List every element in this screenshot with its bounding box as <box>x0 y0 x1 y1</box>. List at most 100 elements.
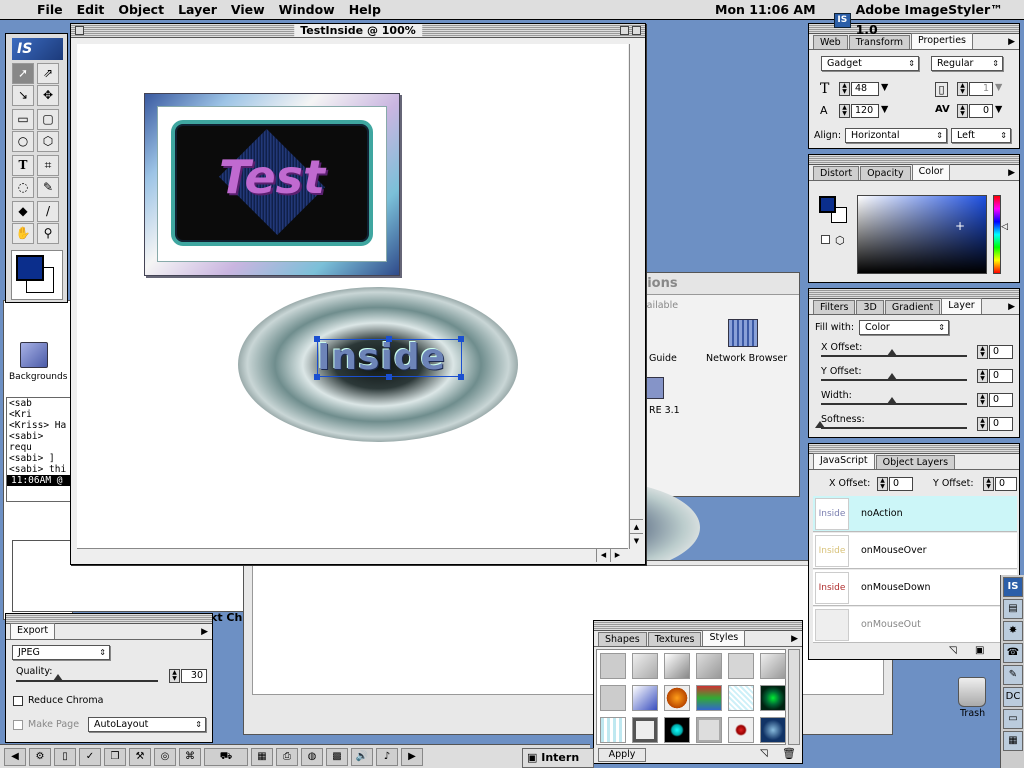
js-x-offset-stepper[interactable]: ▲ ▼ <box>877 477 888 491</box>
size-field[interactable]: 48 <box>851 82 879 96</box>
strip-expand-icon[interactable]: ▶ <box>401 747 423 766</box>
state-row-onmouseout[interactable]: onMouseOut <box>813 607 1017 643</box>
trash-can-icon[interactable] <box>958 677 986 707</box>
strip-grid-icon[interactable]: ▩ <box>326 747 348 766</box>
rounded-rect-tool-icon[interactable]: ▢ <box>37 109 59 130</box>
rotate-tool-icon[interactable]: ↘ <box>12 85 34 106</box>
close-box[interactable] <box>75 26 84 35</box>
state-row-onmouseover[interactable]: Inside onMouseOver <box>813 533 1017 569</box>
hue-slider-thumb-icon[interactable]: ◁ <box>1001 222 1008 232</box>
strip-tools-icon[interactable]: ⚒ <box>129 747 151 766</box>
softness-slider-thumb[interactable] <box>815 421 825 428</box>
menu-bar[interactable]: File Edit Object Layer View Window Help … <box>0 0 1024 37</box>
move-tool-icon[interactable]: ✥ <box>37 85 59 106</box>
softness-stepper[interactable]: ▲ ▼ <box>977 417 988 431</box>
strip-arrow-icon[interactable]: ◀ <box>4 747 26 766</box>
toolbox-palette[interactable]: IS ➚ ⇗ ↘ ✥ ▭ ▢ ○ ⬡ T ⌗ ◌ ✎ ◆ / ✋ ⚲ <box>5 33 68 303</box>
collapse-box[interactable] <box>632 26 641 35</box>
selection-handle[interactable] <box>314 336 320 342</box>
tab-color[interactable]: Color <box>911 164 951 180</box>
strip-documents-icon[interactable]: ❒ <box>104 747 126 766</box>
style-swatch[interactable] <box>760 653 786 679</box>
width-field[interactable]: 0 <box>989 393 1013 407</box>
zoom-tool-icon[interactable]: ⚲ <box>37 223 59 244</box>
tracking-field[interactable]: 1 <box>969 82 993 96</box>
tab-export[interactable]: Export <box>10 623 56 639</box>
strip-printer-icon[interactable]: ⎙ <box>276 747 298 766</box>
tab-javascript[interactable]: JavaScript <box>813 453 875 469</box>
foreground-color-swatch[interactable] <box>16 255 44 281</box>
strip-checkmark-icon[interactable]: ✓ <box>79 747 101 766</box>
state-row-noaction[interactable]: Inside noAction <box>813 496 1017 532</box>
document-window[interactable]: TestInside @ 100% Test Inside ▲ ▼ ◀ ▶ <box>70 23 646 565</box>
style-swatch[interactable] <box>760 685 786 711</box>
selection-handle[interactable] <box>386 336 392 342</box>
canvas[interactable]: Test Inside <box>77 44 628 549</box>
hue-slider[interactable] <box>993 195 1001 274</box>
network-strip-icon[interactable]: ▦ <box>1003 731 1023 751</box>
crop-tool-icon[interactable]: ⌗ <box>37 155 59 176</box>
imagestyler-strip-icon[interactable]: IS <box>1003 577 1023 597</box>
font-family-popup[interactable]: Gadget ⇕ <box>821 56 919 71</box>
direct-select-tool-icon[interactable]: ⇗ <box>37 63 59 84</box>
duplicate-state-icon[interactable]: ▣ <box>975 645 984 656</box>
trash-icon[interactable]: 🗑 <box>782 747 796 760</box>
test-frame-object[interactable]: Test <box>144 93 400 276</box>
color-fg-swatch[interactable] <box>819 196 836 213</box>
tab-layer[interactable]: Layer <box>941 298 982 314</box>
y-offset-slider-thumb[interactable] <box>887 373 897 380</box>
strip-speaker-icon[interactable]: ♪ <box>376 747 398 766</box>
style-swatch[interactable] <box>664 717 690 743</box>
style-swatch[interactable] <box>760 717 786 743</box>
selection-handle[interactable] <box>458 374 464 380</box>
style-swatch[interactable] <box>696 717 722 743</box>
tab-opacity[interactable]: Opacity <box>860 166 911 180</box>
style-swatch[interactable] <box>728 653 754 679</box>
test-text[interactable]: Test <box>219 150 325 204</box>
x-offset-stepper[interactable]: ▲ ▼ <box>977 345 988 359</box>
quality-stepper[interactable]: ▲ ▼ <box>169 669 180 683</box>
menu-view[interactable]: View <box>224 0 272 20</box>
strip-battery-icon[interactable]: ▯ <box>54 747 76 766</box>
network-browser-icon[interactable] <box>728 319 758 347</box>
selection-handle[interactable] <box>314 374 320 380</box>
lasso-tool-icon[interactable]: ◌ <box>12 177 34 198</box>
zoom-box[interactable] <box>620 26 629 35</box>
polygon-tool-icon[interactable]: ⬡ <box>37 131 59 152</box>
panel-menu-arrow-icon[interactable]: ▶ <box>1008 302 1015 312</box>
leading-stepper[interactable]: ▲ ▼ <box>839 104 850 118</box>
quality-slider[interactable] <box>16 680 158 682</box>
tracking-stepper[interactable]: ▲ ▼ <box>957 82 968 96</box>
menu-window[interactable]: Window <box>272 0 342 20</box>
y-offset-stepper[interactable]: ▲ ▼ <box>977 369 988 383</box>
color-panel[interactable]: Distort Opacity Color ▶ ⬡ + ◁ <box>808 154 1020 283</box>
javascript-panel[interactable]: JavaScript Object Layers X Offset: ▲ ▼ 0 … <box>808 443 1020 660</box>
panel-menu-arrow-icon[interactable]: ▶ <box>201 627 208 637</box>
kerning-stepper[interactable]: ▲ ▼ <box>957 104 968 118</box>
application-menu[interactable]: IS Adobe ImageStyler™ 1.0 <box>834 0 1024 40</box>
make-page-checkbox[interactable] <box>13 720 23 730</box>
folder-icon[interactable] <box>644 377 664 399</box>
menu-help[interactable]: Help <box>342 0 388 20</box>
style-swatch[interactable] <box>632 685 658 711</box>
apple-menu-icon[interactable] <box>8 0 30 20</box>
monitor-strip-icon[interactable]: ▭ <box>1003 709 1023 729</box>
control-strip-bottom[interactable]: ◀ ⚙ ▯ ✓ ❒ ⚒ ◎ ⌘ ⛟ ▦ ⎙ ◍ ▩ 🔊 ♪ ▶ <box>0 744 590 768</box>
tab-textures[interactable]: Textures <box>647 632 702 646</box>
y-offset-field[interactable]: 0 <box>989 369 1013 383</box>
leading-field[interactable]: 120 <box>851 104 879 118</box>
style-swatch[interactable] <box>632 653 658 679</box>
justify-popup[interactable]: Left ⇕ <box>951 128 1011 143</box>
ellipse-tool-icon[interactable]: ○ <box>12 131 34 152</box>
vertical-scrollbar[interactable]: ▲ ▼ <box>629 44 643 549</box>
selection-handle[interactable] <box>386 374 392 380</box>
styles-scrollbar[interactable] <box>788 649 800 745</box>
menu-layer[interactable]: Layer <box>171 0 224 20</box>
tab-object-layers[interactable]: Object Layers <box>875 455 956 469</box>
dc-strip-icon[interactable]: DC <box>1003 687 1023 707</box>
menu-edit[interactable]: Edit <box>70 0 112 20</box>
panel-menu-arrow-icon[interactable]: ▶ <box>791 634 798 644</box>
inside-text[interactable]: Inside <box>317 337 446 378</box>
x-offset-slider-thumb[interactable] <box>887 349 897 356</box>
backgrounds-folder-icon[interactable] <box>20 342 48 368</box>
